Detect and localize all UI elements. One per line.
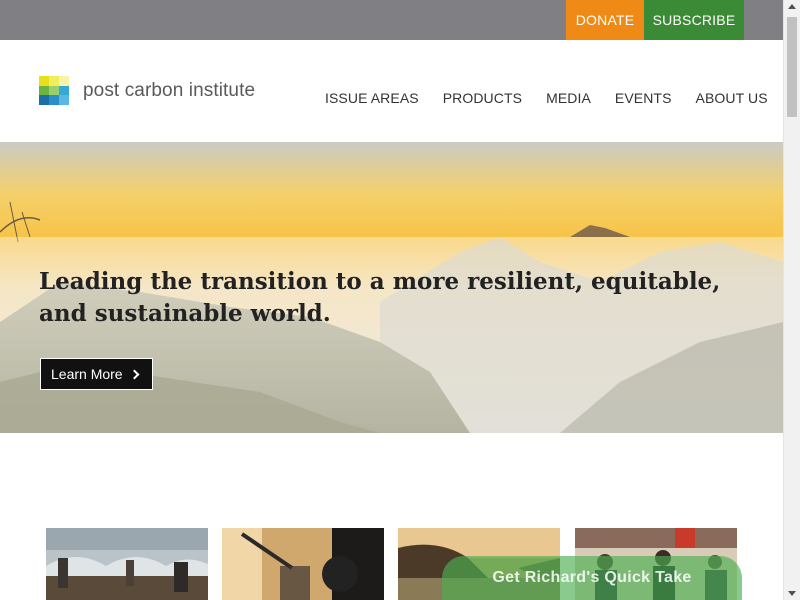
scroll-down-arrow-icon[interactable] [788, 591, 796, 596]
donate-button[interactable]: DONATE [566, 0, 644, 40]
chevron-right-icon [129, 369, 140, 379]
quick-take-cta-button[interactable]: Get Richard's Quick Take [442, 556, 742, 600]
page-scrollbar[interactable] [783, 0, 800, 600]
hero-banner: Leading the transition to a more resilie… [0, 142, 783, 433]
hero-heading: Leading the transition to a more resilie… [39, 268, 721, 327]
nav-item-issue-areas[interactable]: ISSUE AREAS [325, 90, 419, 106]
scroll-up-arrow-icon[interactable] [788, 4, 796, 9]
logo-text: post carbon institute [83, 79, 256, 101]
learn-more-label: Learn More [51, 366, 123, 382]
podcast-microphone-photo [222, 528, 384, 600]
learn-more-button[interactable]: Learn More [40, 358, 153, 390]
scroll-thumb[interactable] [787, 17, 797, 117]
site-logo[interactable]: post carbon institute [39, 76, 255, 105]
logo-mark-icon [39, 76, 69, 105]
nav-item-events[interactable]: EVENTS [615, 90, 672, 106]
nav-item-media[interactable]: MEDIA [546, 90, 591, 106]
card-community-garden[interactable] [46, 528, 208, 600]
community-garden-photo [46, 528, 208, 600]
card-podcast[interactable] [222, 528, 384, 600]
nav-item-products[interactable]: PRODUCTS [443, 90, 522, 106]
site-header: post carbon institute ISSUE AREAS PRODUC… [0, 40, 783, 142]
nav-item-about-us[interactable]: ABOUT US [696, 90, 768, 106]
subscribe-button[interactable]: SUBSCRIBE [644, 0, 744, 40]
main-nav: ISSUE AREAS PRODUCTS MEDIA EVENTS ABOUT … [325, 90, 768, 106]
